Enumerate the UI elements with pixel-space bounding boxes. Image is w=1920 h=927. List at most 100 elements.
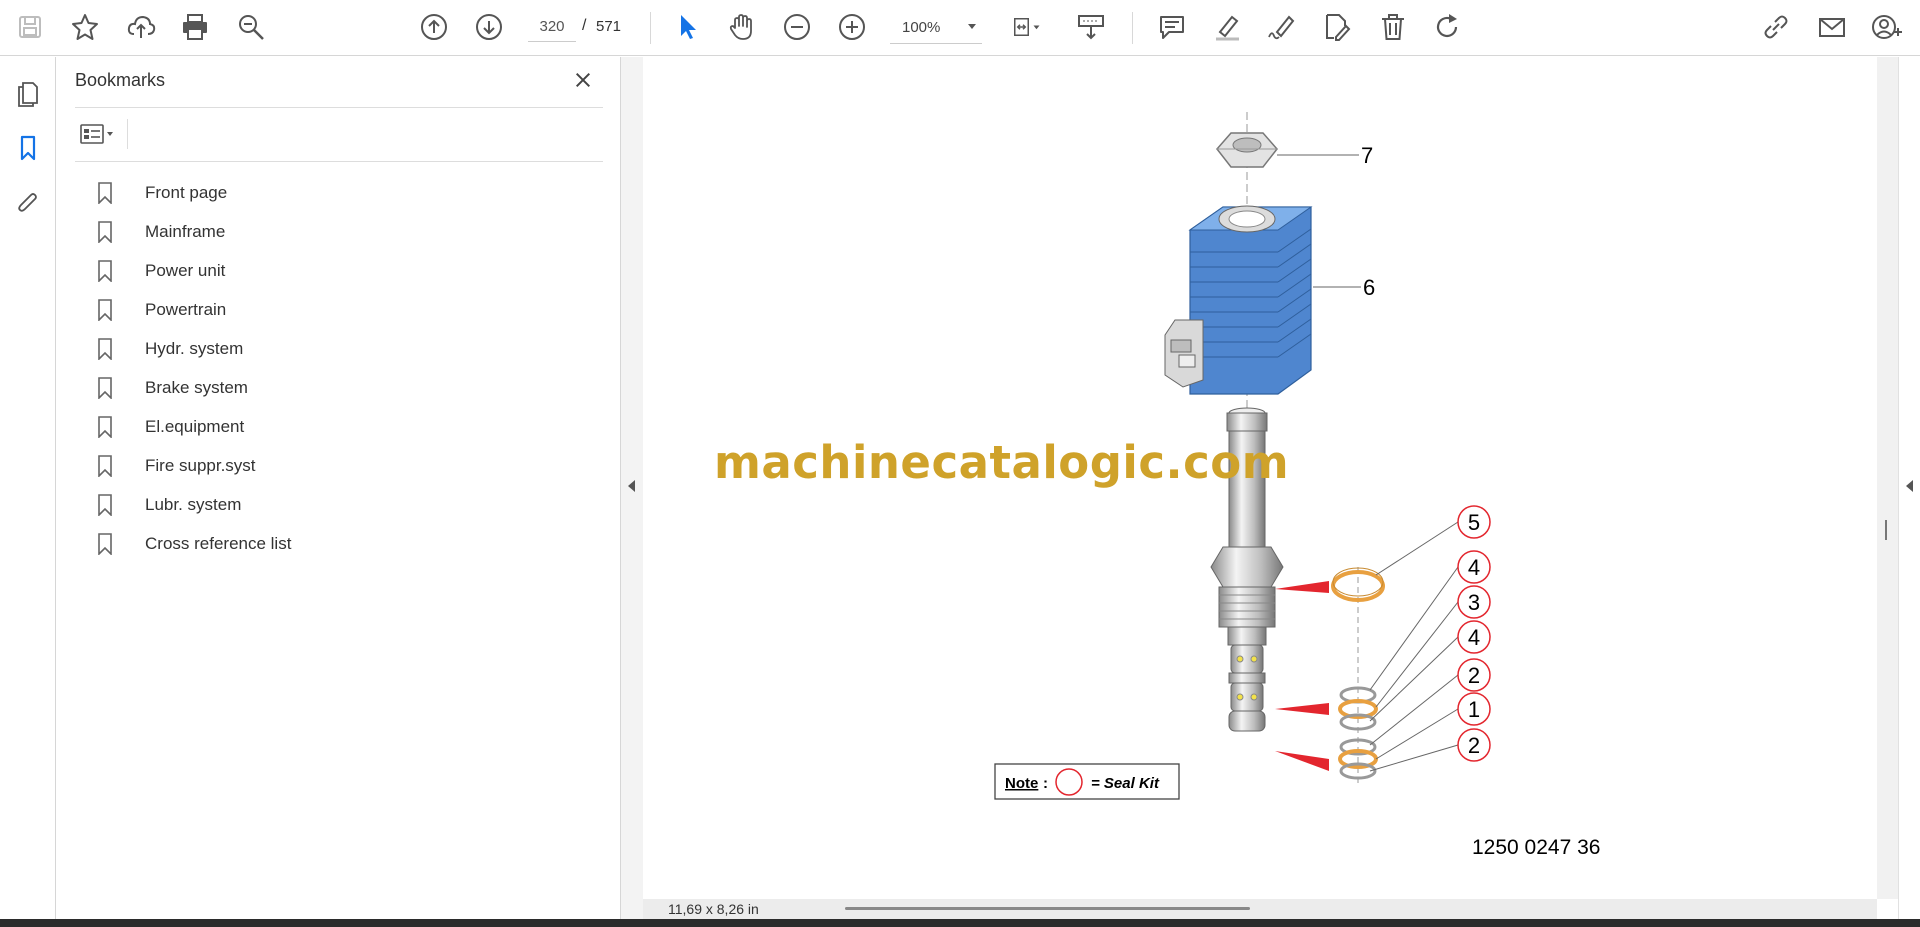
share-link-icon[interactable] bbox=[1759, 10, 1793, 44]
zoom-in-icon[interactable] bbox=[835, 10, 869, 44]
bookmark-icon bbox=[97, 258, 117, 284]
highlight-icon[interactable] bbox=[1210, 10, 1244, 44]
seal-kit-callout: 2 bbox=[1457, 728, 1491, 762]
delete-icon[interactable] bbox=[1376, 10, 1410, 44]
bookmark-options-button[interactable] bbox=[75, 119, 121, 149]
bookmark-label: Mainframe bbox=[145, 221, 226, 241]
collapse-left-panel-button[interactable] bbox=[621, 57, 643, 919]
zoom-out-icon[interactable] bbox=[780, 10, 814, 44]
attachments-icon[interactable] bbox=[10, 185, 46, 221]
hand-icon[interactable] bbox=[724, 10, 758, 44]
list-options-icon bbox=[80, 124, 113, 144]
select-arrow-icon[interactable] bbox=[670, 10, 704, 44]
bookmark-label: Powertrain bbox=[145, 299, 227, 319]
bookmark-icon bbox=[97, 180, 117, 206]
note-label: Note bbox=[1005, 775, 1038, 792]
seal-kit-symbol bbox=[1055, 768, 1083, 796]
seal-kit-callout: 4 bbox=[1457, 620, 1491, 654]
chevron-left-icon bbox=[628, 480, 635, 492]
bookmark-item[interactable]: Lubr. system bbox=[93, 485, 593, 524]
callout-label: 4 bbox=[1468, 625, 1480, 650]
callout-label: 7 bbox=[1361, 143, 1373, 168]
zoom-value: 100% bbox=[902, 19, 941, 36]
seal-rings bbox=[1275, 567, 1385, 787]
print-icon[interactable] bbox=[178, 10, 212, 44]
bookmark-item[interactable]: Fire suppr.syst bbox=[93, 446, 593, 485]
upload-icon[interactable] bbox=[124, 10, 158, 44]
seal-kit-callout: 1 bbox=[1457, 692, 1491, 726]
pdf-reader-window: / 5 7 1 100% bbox=[0, 0, 1920, 927]
page-down-icon[interactable] bbox=[472, 10, 506, 44]
bookmark-icon bbox=[97, 492, 117, 518]
fit-page-icon[interactable] bbox=[1004, 10, 1048, 44]
note-colon: : bbox=[1043, 775, 1048, 792]
divider bbox=[75, 161, 603, 162]
bookmark-label: El.equipment bbox=[145, 416, 245, 436]
seal-kit-note: Note : = Seal Kit bbox=[994, 763, 1180, 800]
page-up-icon[interactable] bbox=[417, 10, 451, 44]
seal-kit-callout: 5 bbox=[1457, 505, 1491, 539]
toolbar-divider bbox=[650, 12, 651, 44]
watermark: machinecatalogic.com bbox=[714, 436, 1290, 489]
seal-kit-callout: 3 bbox=[1457, 585, 1491, 619]
bookmark-item[interactable]: El.equipment bbox=[93, 407, 593, 446]
scroll-thumb[interactable] bbox=[1885, 520, 1887, 540]
bookmark-item[interactable]: Power unit bbox=[93, 251, 593, 290]
seal-kit-callout: 2 bbox=[1457, 658, 1491, 692]
horizontal-scrollbar[interactable] bbox=[845, 907, 1250, 910]
bookmark-label: Hydr. system bbox=[145, 338, 244, 358]
add-user-icon[interactable] bbox=[1870, 10, 1904, 44]
taskbar-edge bbox=[0, 919, 1920, 927]
edit-pdf-icon[interactable] bbox=[1320, 10, 1354, 44]
bookmark-label: Lubr. system bbox=[145, 494, 242, 514]
page-thumbnails-icon[interactable] bbox=[10, 75, 46, 111]
bookmark-item[interactable]: Brake system bbox=[93, 368, 593, 407]
hex-nut bbox=[1216, 132, 1278, 168]
page-separator: / bbox=[582, 17, 587, 34]
bookmark-label: Brake system bbox=[145, 377, 248, 397]
vertical-scrollbar[interactable] bbox=[1877, 57, 1898, 899]
main-toolbar: / 571 100% bbox=[0, 0, 1920, 56]
find-icon[interactable] bbox=[234, 10, 268, 44]
collapse-right-panel-button[interactable] bbox=[1898, 57, 1920, 919]
bookmark-item[interactable]: Powertrain bbox=[93, 290, 593, 329]
bookmark-icon bbox=[97, 219, 117, 245]
chevron-down-icon bbox=[968, 24, 976, 29]
zoom-dropdown[interactable]: 100% bbox=[890, 12, 982, 44]
bookmark-icon bbox=[97, 336, 117, 362]
note-text: = Seal Kit bbox=[1091, 775, 1160, 792]
chevron-left-icon bbox=[1906, 480, 1913, 492]
status-bar bbox=[643, 899, 1877, 919]
callout-label: 1 bbox=[1468, 697, 1480, 722]
solenoid-coil bbox=[1164, 205, 1313, 395]
scroll-mode-icon[interactable] bbox=[1074, 10, 1108, 44]
rotate-icon[interactable] bbox=[1430, 10, 1464, 44]
bookmark-icon bbox=[97, 531, 117, 557]
callout-label: 2 bbox=[1468, 663, 1480, 688]
bookmarks-panel: Bookmarks Front page Mainframe Power uni… bbox=[57, 57, 621, 919]
callout-label: 4 bbox=[1468, 555, 1480, 580]
bookmark-item[interactable]: Hydr. system bbox=[93, 329, 593, 368]
bookmark-icon bbox=[97, 375, 117, 401]
callout-label: 5 bbox=[1468, 510, 1480, 535]
navigation-rail bbox=[0, 57, 56, 919]
bookmark-label: Fire suppr.syst bbox=[145, 455, 256, 475]
bookmark-item[interactable]: Front page bbox=[93, 173, 593, 212]
save-icon[interactable] bbox=[13, 10, 47, 44]
star-icon[interactable] bbox=[68, 10, 102, 44]
comment-icon[interactable] bbox=[1155, 10, 1189, 44]
callout-label: 2 bbox=[1468, 733, 1480, 758]
seal-kit-callout: 4 bbox=[1457, 550, 1491, 584]
bookmarks-icon[interactable] bbox=[10, 130, 46, 166]
bookmark-item[interactable]: Cross reference list bbox=[93, 524, 593, 563]
bookmark-item[interactable]: Mainframe bbox=[93, 212, 593, 251]
bookmark-label: Power unit bbox=[145, 260, 226, 280]
email-icon[interactable] bbox=[1815, 10, 1849, 44]
divider bbox=[127, 119, 128, 149]
page-size-label: 11,69 x 8,26 in bbox=[668, 901, 759, 917]
sign-icon[interactable] bbox=[1265, 10, 1299, 44]
divider bbox=[75, 107, 603, 108]
close-icon[interactable] bbox=[570, 67, 596, 93]
page-number-input[interactable] bbox=[528, 12, 576, 42]
bookmark-icon bbox=[97, 297, 117, 323]
